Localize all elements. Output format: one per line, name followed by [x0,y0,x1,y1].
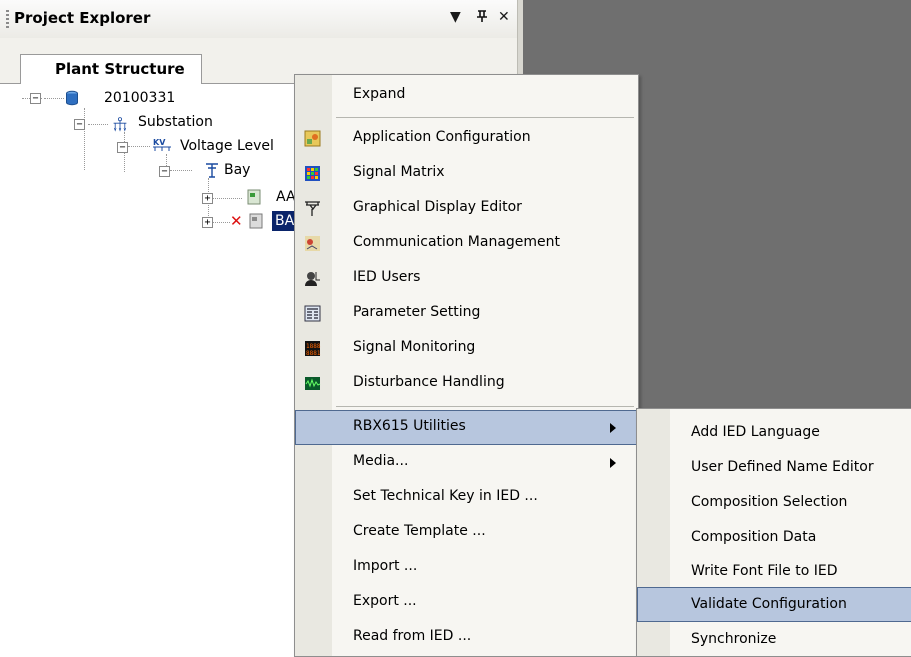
submenu-item-label: Composition Selection [691,494,848,510]
menu-item-label: Create Template ... [353,523,486,539]
menu-item-label: Export ... [353,593,417,609]
close-icon[interactable]: ✕ [498,9,510,25]
menu-item-label: Communication Management [353,234,561,250]
substation-icon [113,117,127,132]
graphical-display-editor-icon [305,201,320,216]
menu-item-graphical-display-editor[interactable]: Graphical Display Editor [295,191,638,226]
pin-icon[interactable] [476,9,488,27]
menu-separator [336,406,634,407]
menu-item-label: Application Configuration [353,129,531,145]
submenu-item-composition-data[interactable]: Composition Data [637,520,911,555]
menu-item-label: Read from IED ... [353,628,472,644]
collapse-toggle[interactable]: − [74,119,85,130]
menu-separator [336,117,634,118]
bay-icon [206,163,218,178]
signal-matrix-icon [305,166,320,181]
rbx615-utilities-submenu: Add IED Language User Defined Name Edito… [636,408,911,657]
svg-text:1888: 1888 [306,343,321,350]
menu-item-media[interactable]: Media... [295,445,638,480]
menu-item-read-from-ied[interactable]: Read from IED ... [295,620,638,655]
parameter-setting-icon [304,305,321,322]
submenu-item-write-font-file[interactable]: Write Font File to IED [637,554,911,589]
panel-title: Project Explorer [14,9,151,27]
menu-item-label: RBX615 Utilities [353,418,466,434]
menu-item-rbx615-utilities[interactable]: RBX615 Utilities [295,410,638,445]
menu-item-label: IED Users [353,269,421,285]
voltage-level-icon: KV [153,138,171,151]
menu-item-create-template[interactable]: Create Template ... [295,515,638,550]
tab-plant-structure[interactable]: Plant Structure [20,54,202,84]
tab-label: Plant Structure [55,60,185,78]
svg-text:KV: KV [153,138,166,147]
panel-titlebar: Project Explorer ▼ ✕ [0,0,520,39]
menu-item-label: Signal Matrix [353,164,445,180]
menu-item-label: Parameter Setting [353,304,481,320]
error-x-icon: ✕ [230,212,243,230]
submenu-item-label: Synchronize [691,631,777,647]
application-configuration-icon [304,130,321,147]
ied-users-icon [305,272,320,286]
submenu-item-label: Write Font File to IED [691,563,838,579]
menu-item-label: Import ... [353,558,418,574]
collapse-toggle[interactable]: − [117,142,128,153]
menu-item-export[interactable]: Export ... [295,585,638,620]
menu-item-application-configuration[interactable]: Application Configuration [295,121,638,156]
submenu-item-label: Add IED Language [691,424,820,440]
menu-item-import[interactable]: Import ... [295,550,638,585]
context-menu: Expand Application Configuration Signal … [294,74,639,657]
submenu-item-add-ied-language[interactable]: Add IED Language [637,415,911,450]
submenu-item-validate-configuration[interactable]: Validate Configuration [637,587,911,622]
submenu-arrow-icon [610,458,616,468]
signal-monitoring-icon: 1888 8881 [305,341,321,357]
tree-node-label: Bay [224,162,251,178]
submenu-item-label: Composition Data [691,529,817,545]
tree-node-label: 20100331 [104,90,176,106]
submenu-item-label: Validate Configuration [691,596,847,612]
collapse-toggle[interactable]: − [159,166,170,177]
menu-item-label: Signal Monitoring [353,339,476,355]
svg-text:8881: 8881 [306,350,321,357]
database-icon [66,90,78,106]
menu-item-parameter-setting[interactable]: Parameter Setting [295,296,638,331]
ied-device-icon [249,213,263,229]
dropdown-arrow-icon[interactable]: ▼ [450,9,461,25]
menu-item-label: Set Technical Key in IED ... [353,488,538,504]
submenu-item-synchronize[interactable]: Synchronize [637,622,911,657]
menu-item-label: Graphical Display Editor [353,199,522,215]
collapse-toggle[interactable]: − [30,93,41,104]
menu-item-expand[interactable]: Expand [295,78,638,113]
submenu-item-composition-selection[interactable]: Composition Selection [637,485,911,520]
tree-node-label: AA [276,189,296,205]
disturbance-handling-icon [305,377,321,390]
menu-item-set-technical-key[interactable]: Set Technical Key in IED ... [295,480,638,515]
expand-toggle[interactable]: + [202,193,213,204]
tree-node-label: Substation [138,114,213,130]
menu-item-ied-users[interactable]: IED Users [295,261,638,296]
menu-item-signal-matrix[interactable]: Signal Matrix [295,156,638,191]
menu-item-label: Media... [353,453,409,469]
menu-item-communication-management[interactable]: Communication Management [295,226,638,261]
menu-item-label: Expand [353,86,406,102]
menu-item-signal-monitoring[interactable]: 1888 8881 Signal Monitoring [295,331,638,366]
submenu-item-label: User Defined Name Editor [691,459,874,475]
expand-toggle[interactable]: + [202,217,213,228]
tree-node-label: Voltage Level [180,138,274,154]
ied-device-icon [247,189,261,205]
submenu-arrow-icon [610,423,616,433]
communication-management-icon [305,236,320,251]
drag-grip[interactable] [6,10,9,30]
submenu-item-user-defined-name-editor[interactable]: User Defined Name Editor [637,450,911,485]
menu-item-label: Disturbance Handling [353,374,505,390]
menu-item-disturbance-handling[interactable]: Disturbance Handling [295,366,638,401]
